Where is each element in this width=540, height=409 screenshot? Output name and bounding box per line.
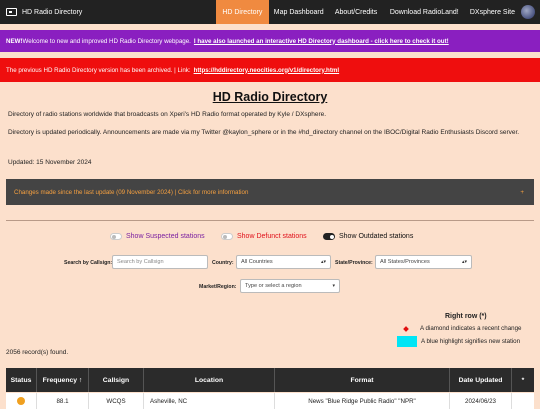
callsign-cell: WCQS xyxy=(89,393,144,409)
table-row[interactable]: 88.1 WCQS Asheville, NC News "Blue Ridge… xyxy=(6,393,534,409)
table-header: Status Frequency ↑ Callsign Location For… xyxy=(6,368,534,392)
nav-link-about-credits[interactable]: About/Credits xyxy=(328,0,383,24)
market-label: Market/Region: xyxy=(199,284,237,290)
legend-diamond-text: A diamond indicates a recent change xyxy=(420,325,522,332)
nav-link-hd-directory[interactable]: HD Directory xyxy=(215,0,270,24)
col-status[interactable]: Status xyxy=(6,368,37,392)
market-select-placeholder: Type or select a region xyxy=(245,283,302,289)
market-select[interactable]: Type or select a region ▾ xyxy=(240,279,340,293)
col-star[interactable]: * xyxy=(512,368,534,392)
record-count: 2056 record(s) found. xyxy=(6,349,69,356)
brand[interactable]: HD Radio Directory xyxy=(0,0,216,24)
toggle-suspected-label: Show Suspected stations xyxy=(126,233,205,240)
switch-suspected[interactable] xyxy=(110,233,122,240)
nav-link-dxsphere-label: DXsphere Site xyxy=(469,8,515,16)
divider xyxy=(6,220,534,221)
legend-title: Right row (*) xyxy=(445,313,487,320)
changes-accordion[interactable]: Changes made since the last update (09 N… xyxy=(6,179,534,205)
select-arrows-icon: ▴▾ xyxy=(461,259,467,265)
format-cell: News "Blue Ridge Public Radio" "NPR" xyxy=(275,393,450,409)
col-frequency[interactable]: Frequency ↑ xyxy=(37,368,89,392)
col-format[interactable]: Format xyxy=(275,368,450,392)
status-cell xyxy=(6,393,37,409)
top-navbar: HD Radio Directory HD Directory Map Dash… xyxy=(0,0,540,24)
toggle-outdated-label: Show Outdated stations xyxy=(339,233,414,240)
radio-icon xyxy=(6,8,17,16)
new-banner: NEW! Welcome to new and improved HD Radi… xyxy=(0,30,540,52)
country-select[interactable]: All Countries ▴▾ xyxy=(236,255,331,269)
frequency-cell: 88.1 xyxy=(37,393,89,409)
archive-link[interactable]: https://hddirectory.neocities.org/v1/dir… xyxy=(194,67,340,74)
switch-defunct[interactable] xyxy=(221,233,233,240)
switch-outdated[interactable] xyxy=(323,233,335,240)
archive-banner-text: The previous HD Radio Directory version … xyxy=(6,66,191,74)
nav-link-dxsphere-site[interactable]: DXsphere Site xyxy=(465,0,540,24)
col-date-updated[interactable]: Date Updated xyxy=(450,368,512,392)
toggle-defunct[interactable]: Show Defunct stations xyxy=(221,233,307,240)
nav-link-download-radioland[interactable]: Download RadioLand! xyxy=(384,0,465,24)
legend-cyan-text: A blue highlight signifies new station xyxy=(421,338,521,345)
date-cell: 2024/06/23 xyxy=(450,393,512,409)
page-title: HD Radio Directory xyxy=(212,90,328,104)
updated-date: Updated: 15 November 2024 xyxy=(8,159,92,166)
globe-icon xyxy=(520,5,535,19)
new-banner-text: Welcome to new and improved HD Radio Dir… xyxy=(22,37,191,45)
legend-cyan-row: A blue highlight signifies new station xyxy=(397,336,520,347)
col-location[interactable]: Location xyxy=(144,368,275,392)
status-dot-icon xyxy=(17,397,25,405)
state-select[interactable]: All States/Provinces ▴▾ xyxy=(375,255,472,269)
diamond-icon xyxy=(403,325,409,332)
callsign-search-input[interactable] xyxy=(112,255,208,269)
filter-toggles: Show Suspected stations Show Defunct sta… xyxy=(0,233,540,245)
chevron-down-icon: ▾ xyxy=(332,283,335,289)
toggle-outdated[interactable]: Show Outdated stations xyxy=(323,233,413,240)
star-cell xyxy=(512,393,534,409)
country-select-value: All Countries xyxy=(241,259,273,265)
state-select-value: All States/Provinces xyxy=(380,259,430,265)
state-label: State/Province: xyxy=(335,260,373,266)
toggle-defunct-label: Show Defunct stations xyxy=(237,233,307,240)
legend-diamond-row: A diamond indicates a recent change xyxy=(403,325,522,332)
expand-icon: + xyxy=(520,188,524,196)
archive-banner: The previous HD Radio Directory version … xyxy=(0,58,540,82)
location-cell: Asheville, NC xyxy=(144,393,275,409)
select-arrows-icon: ▴▾ xyxy=(320,259,326,265)
callsign-label: Search by Callsign: xyxy=(64,260,113,266)
country-label: Country: xyxy=(212,260,234,266)
dashboard-link[interactable]: I have also launched an interactive HD D… xyxy=(194,38,449,45)
changes-label: Changes made since the last update (09 N… xyxy=(14,188,249,196)
new-badge: NEW! xyxy=(6,37,23,45)
nav-link-map-dashboard[interactable]: Map Dashboard xyxy=(269,0,328,24)
col-callsign[interactable]: Callsign xyxy=(89,368,144,392)
brand-title: HD Radio Directory xyxy=(22,8,83,16)
toggle-suspected[interactable]: Show Suspected stations xyxy=(110,233,205,240)
cyan-swatch xyxy=(397,336,417,347)
page-description: Directory of radio stations worldwide th… xyxy=(8,111,327,118)
update-note: Directory is updated periodically. Annou… xyxy=(8,129,520,136)
